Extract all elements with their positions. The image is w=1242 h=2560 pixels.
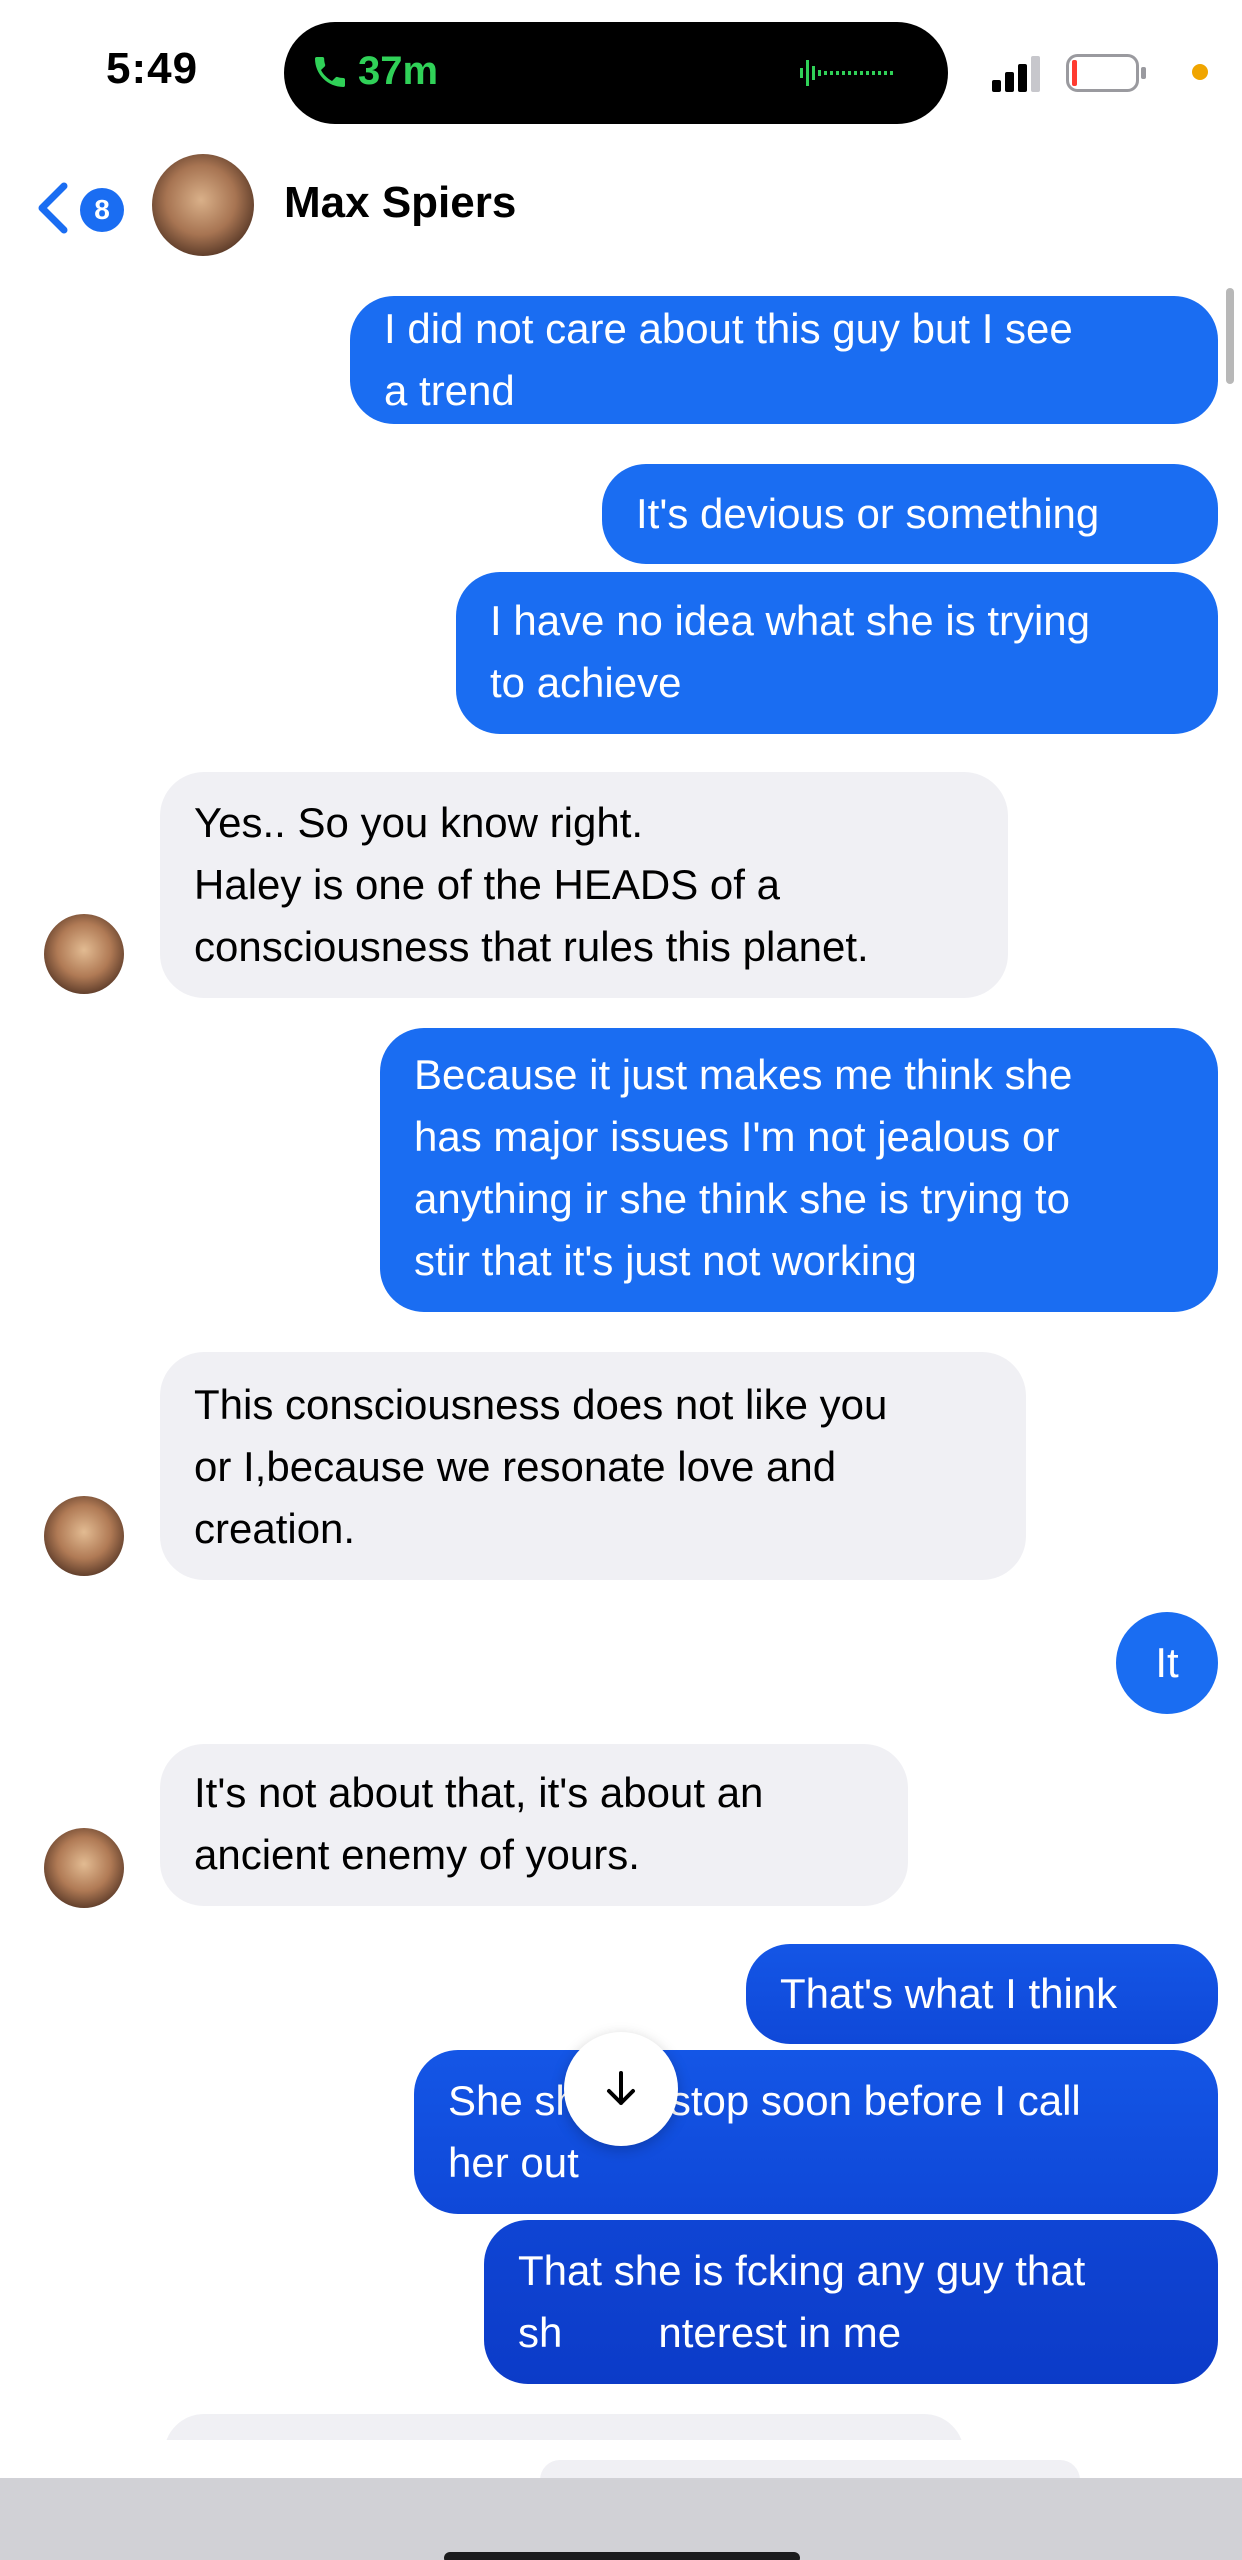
message-text: sh nterest in me (518, 2302, 1184, 2364)
message-text: has major issues I'm not jealous or (414, 1113, 1060, 1160)
message-bubble-outgoing[interactable]: She should stop soon before I call her o… (414, 2050, 1218, 2214)
message-text: ancient enemy of yours. (194, 1831, 640, 1878)
message-bubble-outgoing[interactable]: It (1116, 1612, 1218, 1714)
message-bubble-outgoing[interactable]: I have no idea what she is trying to ach… (456, 572, 1218, 734)
message-bubble-incoming-partial[interactable] (164, 2414, 964, 2440)
message-text: This consciousness does not like you (194, 1381, 888, 1428)
message-text: I have no idea what she is trying (490, 597, 1091, 644)
chevron-left-icon[interactable] (34, 180, 74, 236)
message-text: It (1155, 1639, 1179, 1686)
chat-header: 8 Max Spiers (0, 150, 1242, 266)
message-bubble-incoming[interactable]: This consciousness does not like you or … (160, 1352, 1026, 1580)
message-bubble-outgoing[interactable]: It's devious or something (602, 464, 1218, 564)
privacy-indicator-icon (1192, 64, 1208, 80)
scrollbar[interactable] (1226, 288, 1234, 384)
contact-avatar-small[interactable] (44, 1496, 124, 1576)
message-text: It's not about that, it's about an (194, 1769, 764, 1816)
scroll-to-bottom-button[interactable] (564, 2032, 678, 2146)
contact-name[interactable]: Max Spiers (284, 178, 516, 228)
composer-bar (0, 2440, 1242, 2500)
active-call-pill[interactable]: 37m (284, 22, 948, 124)
message-text-fragment: nterest in me (658, 2309, 902, 2356)
message-bubble-incoming[interactable]: It's not about that, it's about an ancie… (160, 1744, 908, 1906)
message-text: That's what I think (780, 1970, 1118, 2017)
message-text: creation. (194, 1505, 356, 1552)
message-bubble-outgoing[interactable]: Because it just makes me think she has m… (380, 1028, 1218, 1312)
signal-icon (992, 56, 1040, 92)
message-text: anything ir she think she is trying to (414, 1175, 1071, 1222)
message-text: Yes.. So you know right. (194, 799, 644, 846)
status-bar: 5:49 37m (0, 0, 1242, 150)
message-text: She should stop soon before I call (448, 2077, 1081, 2124)
message-text: stir that it's just not working (414, 1237, 917, 1284)
message-text: It's devious or something (636, 490, 1100, 537)
home-indicator[interactable] (444, 2552, 800, 2560)
arrow-down-icon (607, 2071, 635, 2105)
call-duration: 37m (358, 49, 439, 93)
contact-avatar-small[interactable] (44, 914, 124, 994)
message-bubble-incoming[interactable]: Yes.. So you know right. Haley is one of… (160, 772, 1008, 998)
contact-avatar[interactable] (152, 154, 254, 256)
message-bubble-outgoing[interactable]: I did not care about this guy but I see … (350, 296, 1218, 424)
contact-avatar-small[interactable] (44, 1828, 124, 1908)
message-text: consciousness that rules this planet. (194, 923, 869, 970)
message-text: Because it just makes me think she (414, 1051, 1073, 1098)
message-text-fragment: sh (518, 2309, 563, 2356)
waveform-icon (800, 60, 893, 86)
unread-badge[interactable]: 8 (80, 188, 124, 232)
phone-icon (315, 57, 345, 87)
message-text: I did not care about this guy but I see (384, 305, 1073, 352)
status-time: 5:49 (106, 44, 199, 93)
home-indicator-area (0, 2478, 1242, 2560)
battery-icon (1066, 54, 1146, 92)
message-text: to achieve (490, 659, 682, 706)
message-text: or I,because we resonate love and (194, 1443, 837, 1490)
message-text: a trend (384, 367, 515, 414)
message-bubble-outgoing[interactable]: That's what I think (746, 1944, 1218, 2044)
message-text: That she is fcking any guy that (518, 2247, 1086, 2294)
message-text: her out (448, 2139, 579, 2186)
message-text: Haley is one of the HEADS of a (194, 861, 780, 908)
message-bubble-outgoing[interactable]: That she is fcking any guy that sh nteres… (484, 2220, 1218, 2384)
